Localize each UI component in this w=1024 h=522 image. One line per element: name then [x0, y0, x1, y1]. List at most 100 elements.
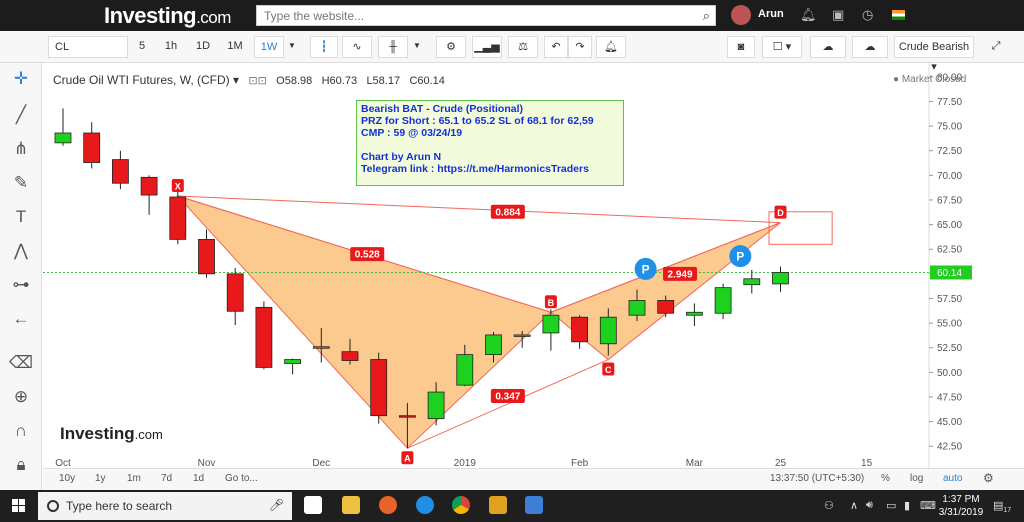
search-icon[interactable]: ⌕ [703, 8, 710, 24]
legend-icons[interactable]: ⊡⊡ [248, 75, 266, 87]
cloud-save-icon[interactable]: ☁ [852, 36, 888, 58]
range-10y[interactable]: 10y [59, 473, 75, 484]
candle-body [198, 238, 215, 275]
pitchfork-icon[interactable]: ⋔ [0, 139, 42, 159]
measure-icon[interactable]: ⊶ [0, 275, 42, 295]
range-1y[interactable]: 1y [95, 473, 106, 484]
network-icon[interactable]: ▭ [886, 499, 896, 512]
note-line-1: Bearish BAT - Crude (Positional) [361, 103, 523, 115]
microphone-icon[interactable]: 🎤︎ [269, 498, 284, 512]
analysis-note[interactable]: Bearish BAT - Crude (Positional) PRZ for… [356, 100, 624, 186]
hide-toolbar-arrow-icon[interactable]: ← [0, 309, 42, 329]
tray-chevron-icon[interactable]: ∧ [850, 499, 858, 512]
candles-icon[interactable]: ┇ [310, 36, 338, 58]
camera-icon[interactable]: ◙ [727, 36, 755, 58]
y-tick-label: 70.00 [937, 171, 962, 182]
brush-icon[interactable]: ✎ [0, 173, 42, 193]
bell-icon[interactable]: 🔔︎ [800, 7, 817, 23]
taskbar-app-notes-icon[interactable] [304, 496, 322, 514]
interval-1w[interactable]: 1W [254, 36, 284, 58]
cloud-load-icon[interactable]: ☁ [810, 36, 846, 58]
interval-1h[interactable]: 1h [158, 36, 184, 58]
pattern-tool-icon[interactable]: ⋀ [0, 241, 42, 261]
x-tick-label: Oct [55, 458, 71, 468]
pattern-xab-triangle [176, 195, 552, 449]
last-price-label: 60.14 [937, 268, 962, 279]
candle [140, 175, 158, 215]
india-flag-icon[interactable] [892, 10, 905, 20]
user-name[interactable]: Arun [758, 8, 784, 20]
log-toggle[interactable]: log [910, 473, 923, 484]
battery-icon[interactable]: ▮ [904, 499, 910, 512]
pattern-point-label: A [404, 454, 411, 464]
trend-line-icon[interactable]: ╱ [0, 105, 42, 125]
taskbar-firefox-icon[interactable] [379, 496, 397, 514]
taskbar-media-icon[interactable] [489, 496, 507, 514]
candle [54, 108, 72, 146]
eraser-icon[interactable]: ⌫ [0, 353, 42, 373]
y-tick-label: 72.50 [937, 146, 962, 157]
pattern-point-label: D [777, 208, 784, 218]
user-avatar[interactable] [731, 5, 751, 25]
briefcase-icon[interactable]: ▣ [832, 7, 844, 23]
template-selector[interactable]: Crude Bearish ▾ [894, 36, 974, 73]
chart-type-dropdown-icon[interactable]: ▼ [410, 36, 424, 58]
compare-scale-icon[interactable]: ⚖ [508, 36, 538, 58]
note-line-5: Telegram link : https://t.me/HarmonicsTr… [361, 163, 589, 175]
taskbar-paint-icon[interactable] [525, 496, 543, 514]
interval-dropdown-icon[interactable]: ▼ [285, 36, 299, 58]
percent-toggle[interactable]: % [881, 473, 890, 484]
people-icon[interactable]: ⚇ [824, 499, 834, 512]
symbol-input[interactable]: CL [48, 36, 128, 58]
interval-1m[interactable]: 1M [222, 36, 248, 58]
zoom-icon[interactable]: ⊕ [0, 387, 42, 407]
interval-5[interactable]: 5 [132, 36, 152, 58]
candle [284, 358, 302, 375]
fullscreen-icon[interactable]: ⤢ [982, 36, 1010, 58]
taskbar-edge-icon[interactable] [416, 496, 434, 514]
pattern-xd-line [177, 195, 781, 224]
settings-gear-icon[interactable]: ⚙ [436, 36, 466, 58]
color-picker-icon[interactable]: ☐ ▾ [762, 36, 802, 58]
investing-logo[interactable]: Investing.com [104, 3, 231, 29]
goto-date[interactable]: Go to... [225, 473, 258, 484]
range-7d[interactable]: 7d [161, 473, 172, 484]
volume-icon[interactable]: 🔊︎ [866, 499, 873, 512]
redo-icon[interactable]: ↷ [568, 36, 592, 58]
bars-icon[interactable]: ╫ [378, 36, 408, 58]
legend-title[interactable]: Crude Oil WTI Futures, W, (CFD) [53, 73, 230, 87]
keyboard-icon[interactable]: ⌨ [920, 499, 936, 512]
y-tick-label: 75.00 [937, 122, 962, 133]
candle-body [772, 272, 789, 285]
alert-bell-icon[interactable]: 🔔︎ [596, 36, 626, 58]
interval-1d[interactable]: 1D [190, 36, 216, 58]
range-1m[interactable]: 1m [127, 473, 141, 484]
undo-icon[interactable]: ↶ [544, 36, 568, 58]
taskbar-clock[interactable]: 1:37 PM 3/31/2019 [936, 493, 986, 519]
candle-body [312, 346, 330, 349]
y-tick-label: 47.50 [937, 392, 962, 403]
site-search-input[interactable]: Type the website... ⌕ [256, 5, 716, 26]
magnet-icon[interactable]: ∩ [0, 421, 42, 441]
clock-icon[interactable]: ◷ [862, 7, 873, 23]
text-tool-icon[interactable]: T [0, 207, 42, 227]
taskbar-search-input[interactable]: Type here to search 🎤︎ [38, 492, 292, 520]
indicators-icon[interactable]: ▁▃▅ [472, 36, 502, 58]
candle-body [140, 176, 158, 196]
crosshair-icon[interactable]: ✛ [0, 69, 42, 89]
taskbar-chrome-icon[interactable] [452, 496, 470, 514]
taskbar-file-explorer-icon[interactable] [342, 496, 360, 514]
legend-high: H60.73 [321, 75, 358, 87]
chart-settings-icon[interactable]: ⚙ [983, 471, 994, 485]
range-1d[interactable]: 1d [193, 473, 204, 484]
windows-start-icon[interactable] [12, 499, 26, 513]
notification-center-icon[interactable]: ▤17 [993, 499, 1011, 514]
candle-body [657, 300, 675, 314]
area-chart-icon[interactable]: ∿ [342, 36, 372, 58]
auto-toggle[interactable]: auto [943, 473, 962, 484]
lock-drawings-icon[interactable]: 🔒︎ [0, 455, 42, 475]
candle-body [743, 278, 761, 286]
p-marker-label: P [736, 250, 744, 264]
y-tick-label: 62.50 [937, 245, 962, 256]
candle-body [456, 354, 474, 386]
